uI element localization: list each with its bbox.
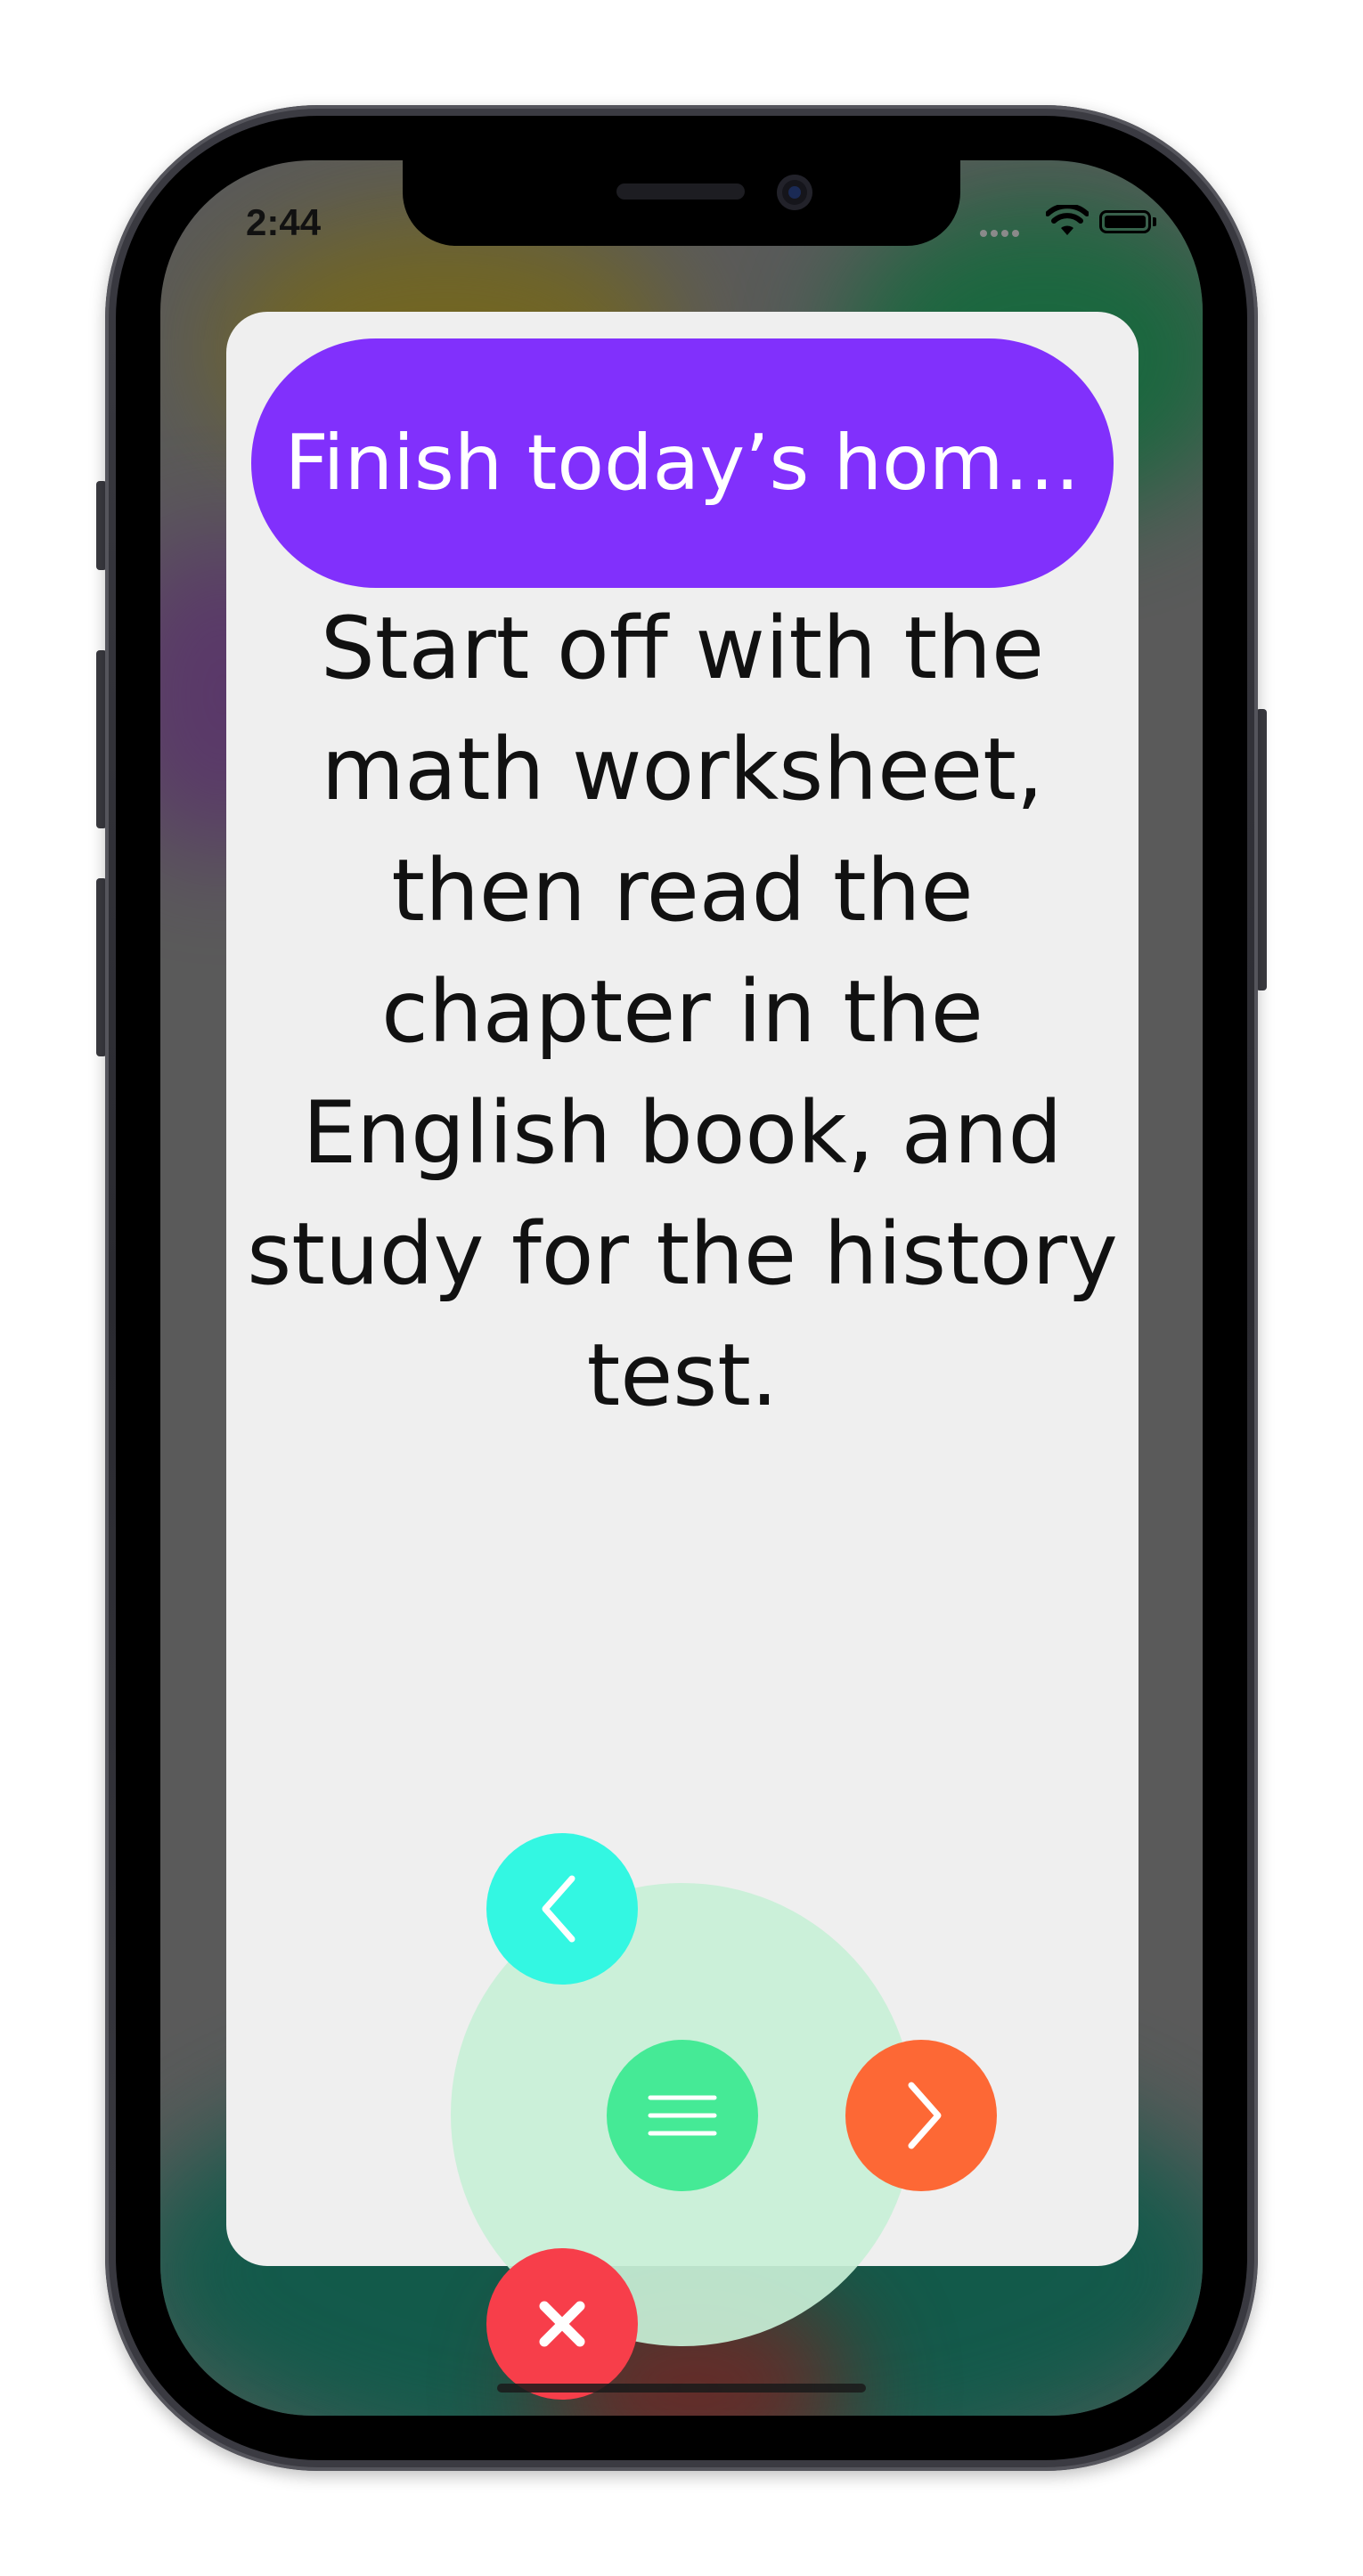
hamburger-menu-icon [648,2095,717,2136]
chevron-left-icon [542,1875,575,1943]
device-frame: 2:44 Finish today’s hom… Start off with … [0,0,1363,2576]
notch [403,160,960,246]
menu-button[interactable] [607,2040,758,2191]
front-camera [777,175,812,210]
wifi-icon [1045,203,1090,242]
close-button[interactable] [486,2248,638,2400]
status-icons [980,203,1158,242]
speaker-grille [616,183,745,200]
next-button[interactable] [845,2040,997,2191]
status-time: 2:44 [246,201,322,243]
close-icon [539,2301,585,2347]
back-button[interactable] [486,1833,638,1985]
task-description: Start off with the math worksheet, then … [247,599,1118,1425]
task-title[interactable]: Finish today’s hom… [251,338,1114,588]
home-indicator[interactable] [497,2384,866,2393]
chevron-right-icon [908,2082,942,2149]
